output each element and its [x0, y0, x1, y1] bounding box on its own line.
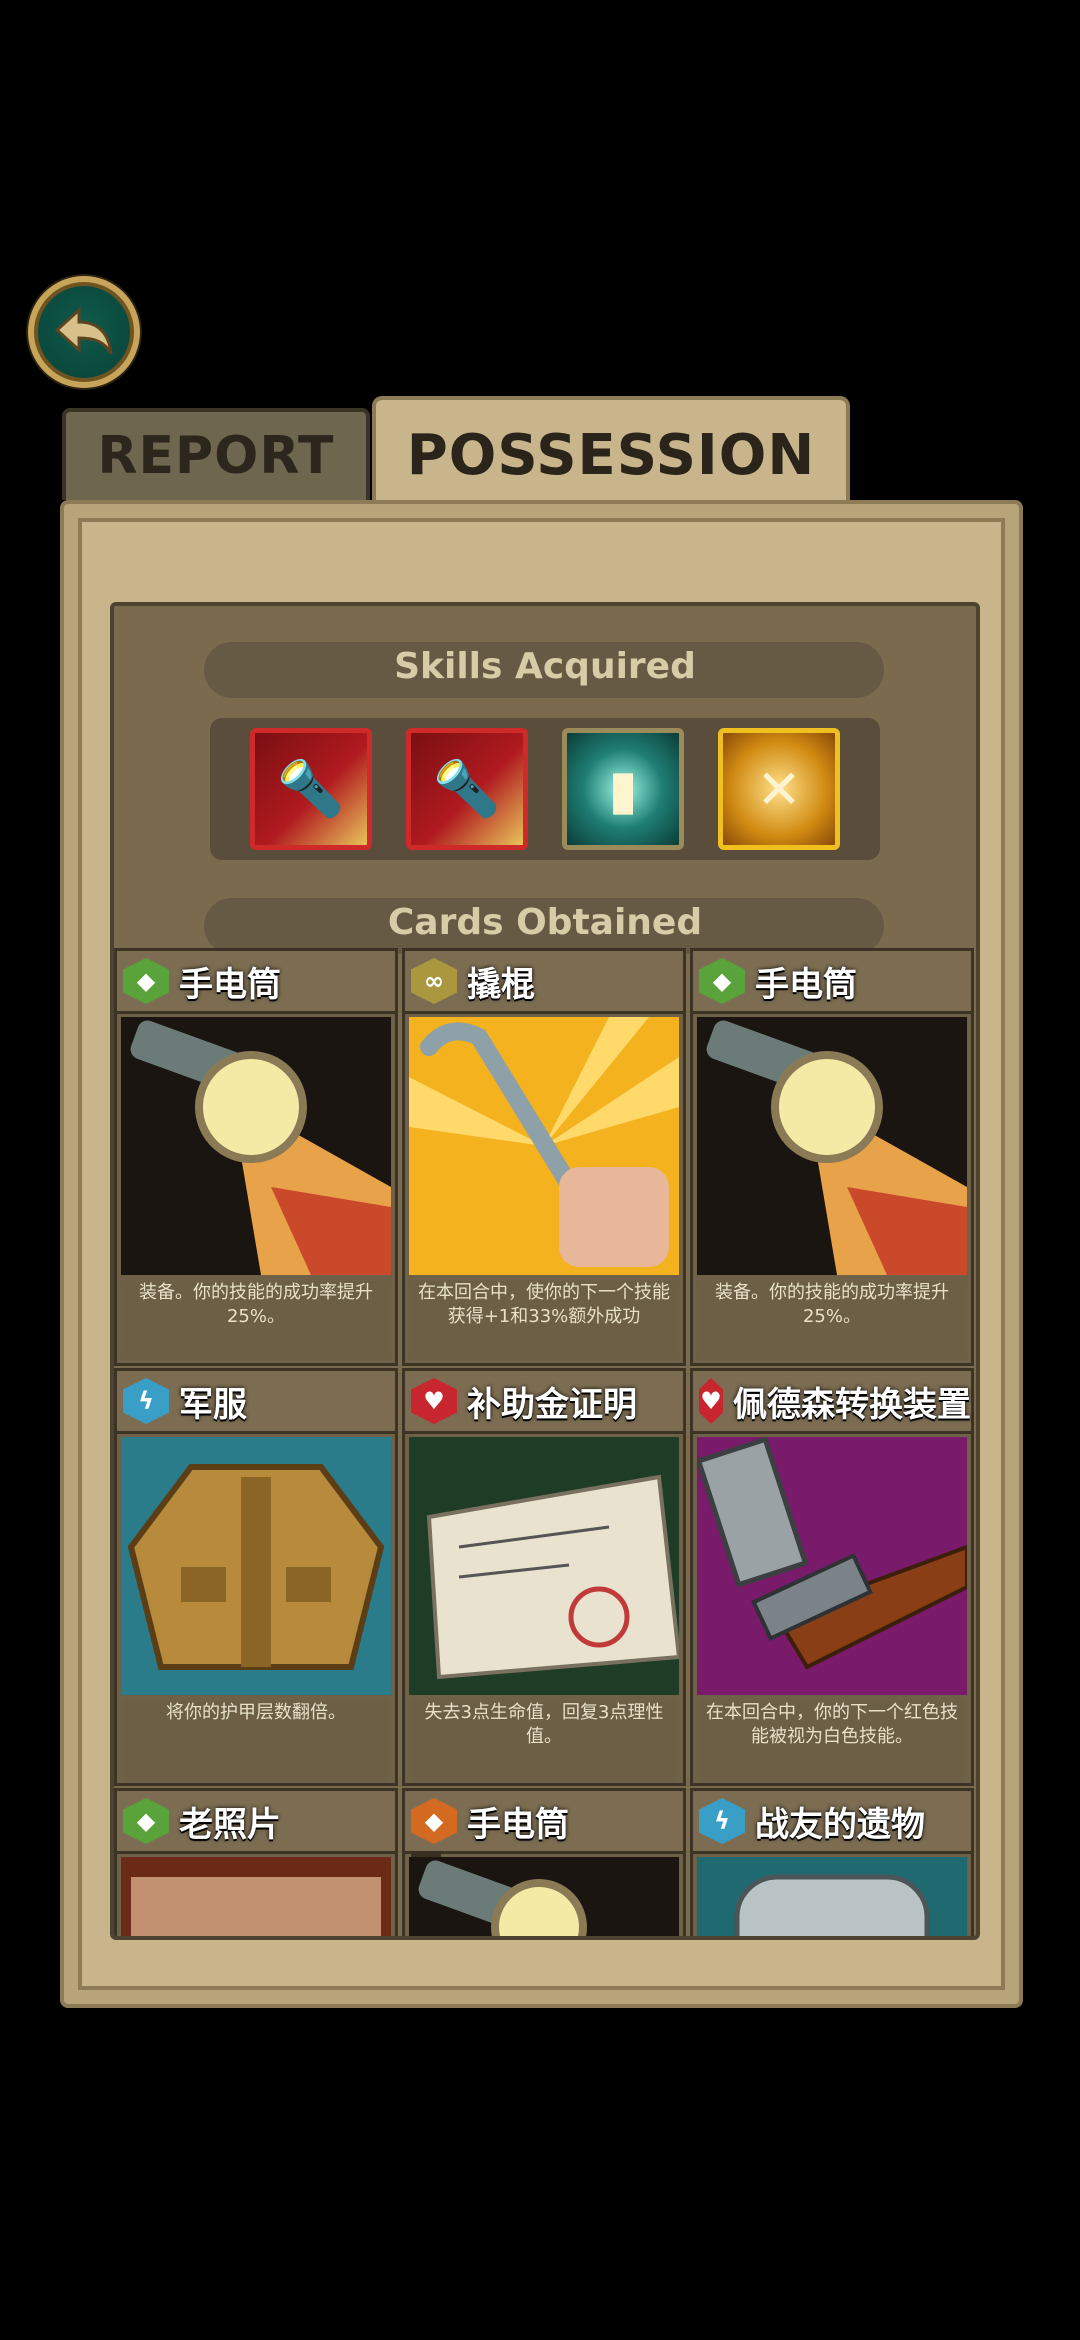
- card-header: ◆ 老照片: [117, 1791, 395, 1854]
- card-name: 手电筒: [755, 964, 857, 1005]
- card-item[interactable]: ◆ 手电筒 装备。你的技能的成功率提升25%。: [690, 948, 974, 1366]
- flashlight-art: [409, 1857, 679, 1936]
- card-header: ◆ 手电筒: [693, 951, 971, 1014]
- card-name: 手电筒: [179, 964, 281, 1005]
- flashlight-icon: 🔦: [277, 757, 345, 820]
- card-header: ϟ 军服: [117, 1371, 395, 1434]
- card-item[interactable]: ϟ 军服 将你的护甲层数翻倍。: [114, 1368, 398, 1786]
- card-item[interactable]: ◆ 手电筒 装备。你的技能的成功率提升25%。: [114, 948, 398, 1366]
- card-item[interactable]: ◆ 手电筒 1: [402, 1788, 686, 1936]
- skill-slot[interactable]: ▮: [562, 728, 684, 850]
- possession-panel: Skills Acquired 🔦 🔦 ▮ ✕ Cards Obtained ◆…: [110, 602, 980, 1940]
- card-header: ◆ 手电筒: [117, 951, 395, 1014]
- back-arrow-icon: [54, 306, 113, 355]
- rifle-art: [697, 1437, 967, 1695]
- skill-slot[interactable]: 🔦: [250, 728, 372, 850]
- card-description: 在本回合中，你的下一个红色技能被视为白色技能。: [699, 1701, 965, 1779]
- card-header: ♥ 佩德森转换装置: [693, 1371, 971, 1434]
- card-item[interactable]: ∞ 撬棍 在本回合中，使你的下一个技能获得+1和33%额外成功: [402, 948, 686, 1366]
- glowing-card-icon: ▮: [608, 757, 638, 821]
- card-header: ϟ 战友的遗物: [693, 1791, 971, 1854]
- skill-slot[interactable]: 🔦: [406, 728, 528, 850]
- skills-acquired-title: Skills Acquired: [394, 646, 696, 687]
- card-header: ♥ 补助金证明: [405, 1371, 683, 1434]
- tab-report[interactable]: REPORT: [62, 408, 370, 500]
- cards-grid: ◆ 手电筒 装备。你的技能的成功率提升25%。 ∞ 撬棍 在本回合中，使你的下一…: [114, 948, 976, 1936]
- dogtag-art: [697, 1857, 967, 1936]
- card-name: 军服: [179, 1384, 247, 1425]
- back-button[interactable]: [28, 276, 140, 388]
- skills-row: 🔦 🔦 ▮ ✕: [210, 718, 880, 860]
- card-item[interactable]: ϟ 战友的遗物: [690, 1788, 974, 1936]
- flashlight-icon: 🔦: [433, 757, 501, 820]
- lightning-gem-icon: ϟ: [123, 1378, 169, 1424]
- card-name: 佩德森转换装置: [733, 1384, 971, 1425]
- heart-gem-icon: ♥: [411, 1378, 457, 1424]
- jacket-art: [121, 1437, 391, 1695]
- card-name: 老照片: [179, 1804, 281, 1845]
- card-item[interactable]: ◆ 老照片: [114, 1788, 398, 1936]
- heart-gem-icon: ♥: [699, 1378, 723, 1424]
- photo-art: [121, 1857, 391, 1936]
- card-header: ◆ 手电筒: [405, 1791, 683, 1854]
- card-item[interactable]: ♥ 佩德森转换装置 在本回合中，你的下一个红色技能被视为白色技能。: [690, 1368, 974, 1786]
- tab-possession[interactable]: POSSESSION: [372, 396, 850, 510]
- infinity-gem-icon: ∞: [411, 958, 457, 1004]
- document-art: [409, 1437, 679, 1695]
- card-item[interactable]: ♥ 补助金证明 失去3点生命值，回复3点理性值。: [402, 1368, 686, 1786]
- orange-gem-icon: ◆: [411, 1798, 457, 1844]
- green-gem-icon: ◆: [699, 958, 745, 1004]
- crowbar-art: [409, 1017, 679, 1275]
- lightning-gem-icon: ϟ: [699, 1798, 745, 1844]
- card-name: 撬棍: [467, 964, 535, 1005]
- card-description: 将你的护甲层数翻倍。: [123, 1701, 389, 1779]
- card-name: 补助金证明: [467, 1384, 637, 1425]
- card-description: 装备。你的技能的成功率提升25%。: [699, 1281, 965, 1359]
- flashlight-art: [697, 1017, 967, 1275]
- green-gem-icon: ◆: [123, 1798, 169, 1844]
- card-description: 失去3点生命值，回复3点理性值。: [411, 1701, 677, 1779]
- green-gem-icon: ◆: [123, 958, 169, 1004]
- card-name: 战友的遗物: [755, 1804, 925, 1845]
- card-name: 手电筒: [467, 1804, 569, 1845]
- crossed-arms-icon: ✕: [756, 757, 802, 821]
- cards-obtained-title: Cards Obtained: [387, 902, 703, 943]
- card-description: 在本回合中，使你的下一个技能获得+1和33%额外成功: [411, 1281, 677, 1359]
- card-header: ∞ 撬棍: [405, 951, 683, 1014]
- skill-slot[interactable]: ✕: [718, 728, 840, 850]
- card-description: 装备。你的技能的成功率提升25%。: [123, 1281, 389, 1359]
- flashlight-art: [121, 1017, 391, 1275]
